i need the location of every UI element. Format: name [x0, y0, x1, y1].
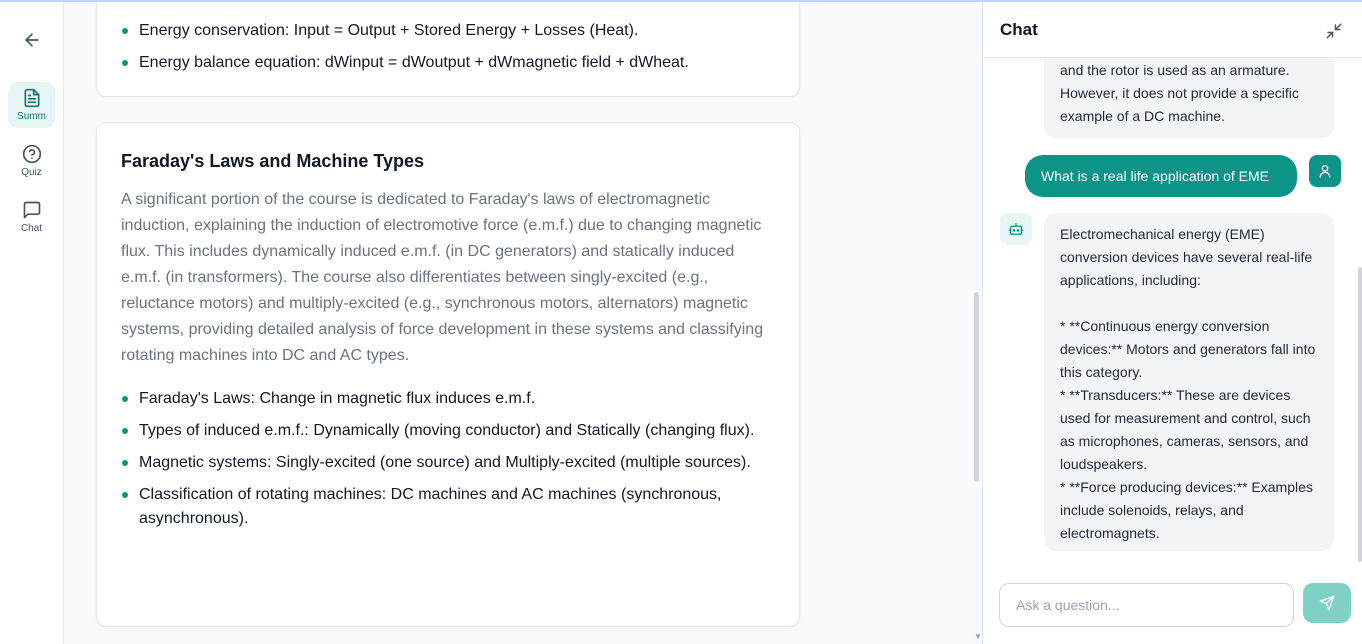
send-icon [1319, 595, 1335, 611]
user-avatar [1309, 155, 1341, 187]
nav-item-quiz[interactable]: Quiz [8, 138, 55, 184]
list-item: Types of induced e.m.f.: Dynamically (mo… [121, 419, 771, 443]
list-item: Faraday's Laws: Change in magnetic flux … [121, 387, 771, 411]
message-text: What is a real life application of EME [1041, 168, 1269, 184]
nav-item-chat[interactable]: Chat [8, 194, 55, 240]
section-paragraph: A significant portion of the course is d… [121, 191, 764, 364]
summary-card: Energy conservation: Input = Output + St… [96, 2, 800, 97]
bullet-list: Energy conservation: Input = Output + St… [121, 19, 771, 83]
bot-message: and the rotor is used as an armature. Ho… [1044, 59, 1334, 138]
summary-content: Energy conservation: Input = Output + St… [64, 2, 982, 644]
chat-header: Chat [983, 2, 1362, 58]
nav-item-label: Quiz [21, 167, 42, 178]
main-scrollbar[interactable] [974, 292, 979, 482]
chat-panel: Chat and the rotor is used as an armatur… [982, 2, 1362, 644]
send-button[interactable] [1303, 583, 1351, 623]
chat-title: Chat [1000, 20, 1038, 39]
nav-item-label: Summ [17, 111, 46, 122]
nav-item-label: Chat [20, 223, 43, 234]
summary-card: Faraday's Laws and Machine Types A signi… [96, 122, 800, 627]
help-circle-icon [22, 144, 41, 164]
chat-input-wrapper [999, 583, 1294, 627]
message-text: Electromechanical energy (EME) conversio… [1060, 226, 1316, 541]
document-icon [24, 88, 40, 108]
list-item: Magnetic systems: Singly-excited (one so… [121, 451, 771, 475]
chat-bubble-icon [23, 201, 40, 219]
bullet-list: Faraday's Laws: Change in magnetic flux … [121, 387, 771, 539]
bot-message: Electromechanical energy (EME) conversio… [1044, 213, 1334, 551]
bot-icon [1008, 223, 1024, 235]
user-icon [1319, 165, 1331, 178]
back-button[interactable] [20, 28, 44, 52]
section-title: Faraday's Laws and Machine Types [121, 151, 425, 171]
user-message: What is a real life application of EME [1025, 155, 1297, 197]
bot-avatar [1000, 213, 1032, 245]
arrow-left-icon [25, 33, 39, 47]
list-item: Classification of rotating machines: DC … [121, 483, 771, 531]
left-nav-rail: Summ Quiz Chat [0, 2, 64, 644]
nav-item-summary[interactable]: Summ [8, 82, 55, 128]
chat-input[interactable] [1000, 584, 1293, 626]
collapse-chat-button[interactable] [1325, 22, 1343, 40]
chat-messages: and the rotor is used as an armature. Ho… [983, 59, 1362, 574]
list-item: Energy balance equation: dWinput = dWout… [121, 51, 771, 75]
minimize-icon [1326, 23, 1342, 39]
chat-scrollbar[interactable] [1358, 267, 1362, 562]
message-text: and the rotor is used as an armature. Ho… [1060, 62, 1299, 124]
list-item: Energy conservation: Input = Output + St… [121, 19, 771, 43]
scroll-down-arrow-icon[interactable]: ▼ [974, 632, 982, 641]
